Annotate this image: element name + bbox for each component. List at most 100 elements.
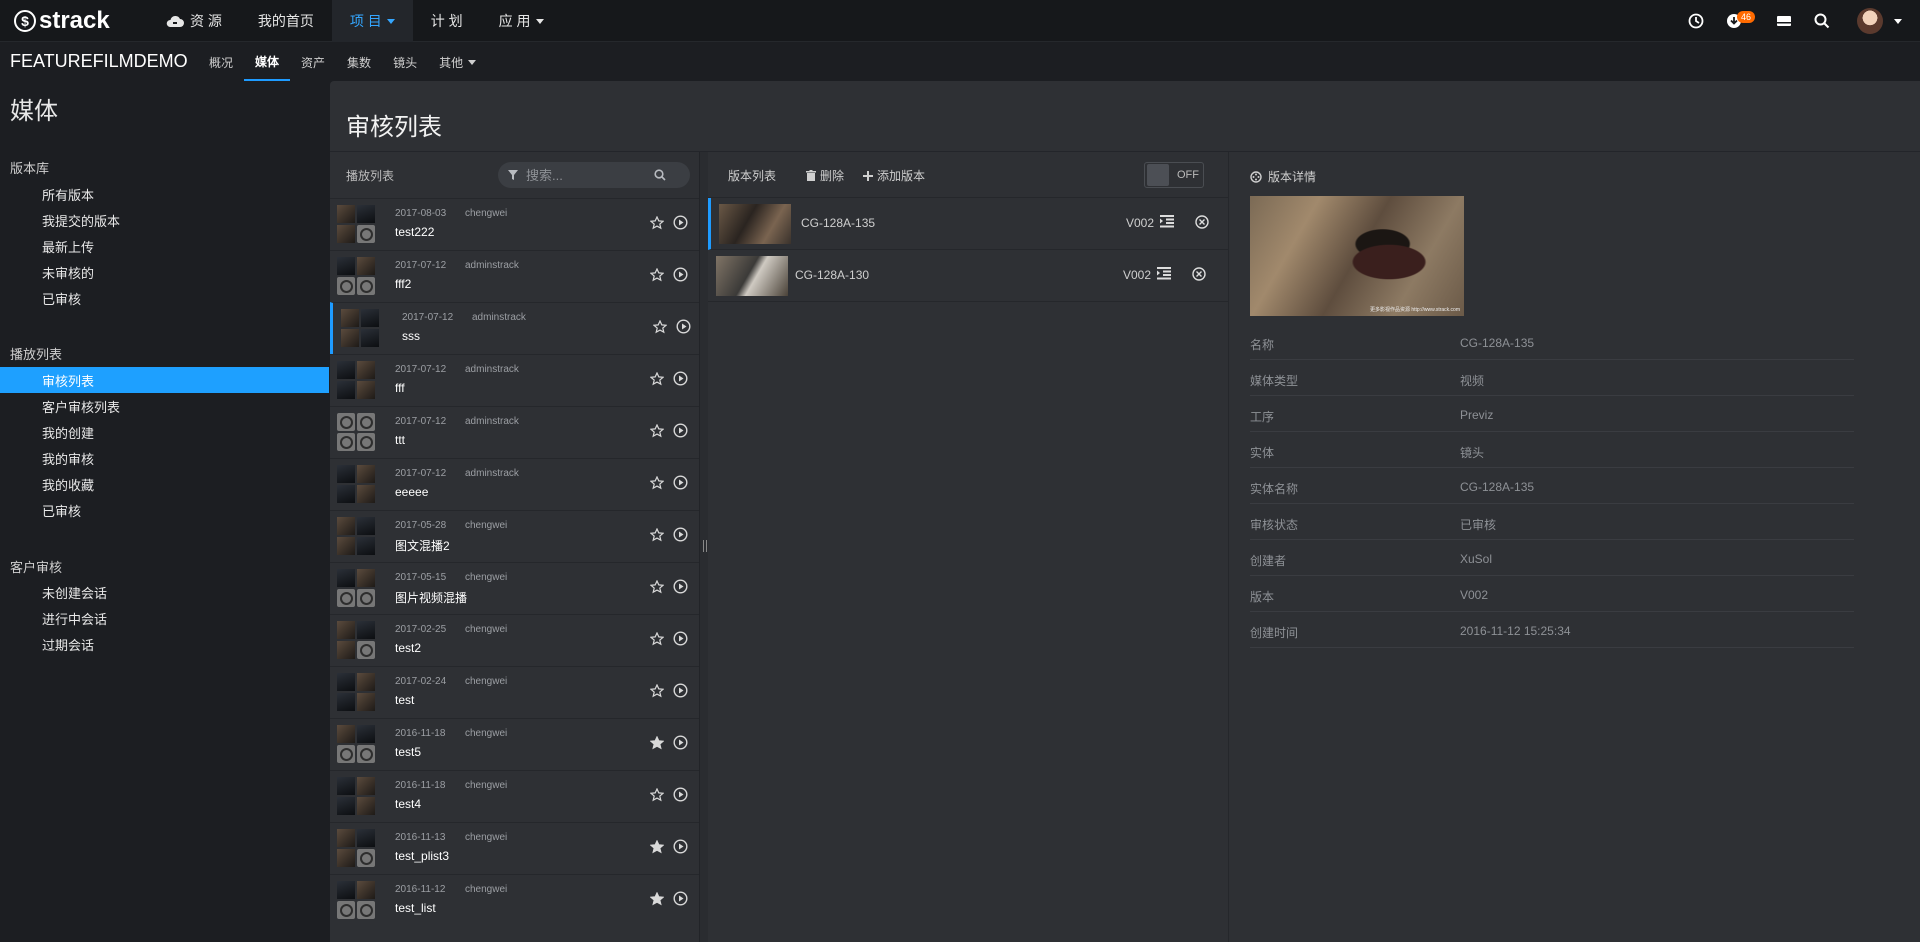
star-icon[interactable] — [650, 580, 664, 594]
tab-episodes[interactable]: 集数 — [336, 43, 382, 81]
playlist-row[interactable]: 2017-05-15 chengwei 图片视频混播 — [330, 562, 699, 614]
sidebar-item-review-list[interactable]: 审核列表 — [0, 367, 329, 393]
playlist-row[interactable]: 2017-02-25 chengwei test2 — [330, 614, 699, 666]
play-circle-icon[interactable] — [673, 475, 688, 490]
playlist-row[interactable]: 2016-11-18 chengwei test4 — [330, 770, 699, 822]
indent-list-icon[interactable] — [1160, 215, 1174, 228]
play-circle-icon[interactable] — [673, 215, 688, 230]
tab-media[interactable]: 媒体 — [244, 43, 291, 81]
playlist-thumbnail — [337, 257, 375, 295]
indent-list-icon[interactable] — [1157, 267, 1171, 280]
version-row[interactable]: CG-128A-130 V002 — [708, 250, 1228, 302]
star-icon[interactable] — [650, 788, 664, 802]
version-row[interactable]: CG-128A-135 V002 — [708, 198, 1228, 250]
star-icon[interactable] — [650, 424, 664, 438]
playlist-date: 2017-02-25 — [395, 624, 447, 635]
playlist-creator: adminstrack — [465, 260, 519, 271]
play-circle-icon[interactable] — [673, 735, 688, 750]
tab-more[interactable]: 其他 — [428, 43, 487, 81]
sidebar-item-reviewed[interactable]: 已审核 — [0, 285, 329, 311]
playlist-creator: chengwei — [465, 520, 508, 531]
play-circle-icon[interactable] — [676, 319, 691, 334]
playlist-row[interactable]: 2017-02-24 chengwei test — [330, 666, 699, 718]
playlist-row[interactable]: 2016-11-12 chengwei test_list — [330, 874, 699, 926]
remove-circle-icon[interactable] — [1195, 215, 1209, 229]
star-filled-icon[interactable] — [650, 892, 664, 906]
playlist-row[interactable]: 2017-07-12 adminstrack fff2 — [330, 250, 699, 302]
sidebar-item-no-session[interactable]: 未创建会话 — [0, 579, 329, 605]
star-filled-icon[interactable] — [650, 840, 664, 854]
play-circle-icon[interactable] — [673, 579, 688, 594]
playlist-row[interactable]: 2017-07-12 adminstrack fff — [330, 354, 699, 406]
thumbnail-tile — [337, 589, 355, 607]
star-icon[interactable] — [650, 632, 664, 646]
star-icon[interactable] — [653, 320, 667, 334]
sidebar-item-expired-session[interactable]: 过期会话 — [0, 631, 329, 657]
playlist-row[interactable]: 2016-11-13 chengwei test_plist3 — [330, 822, 699, 874]
remove-circle-icon[interactable] — [1192, 267, 1206, 281]
add-version-button[interactable]: 添加版本 — [863, 167, 925, 184]
sidebar-item-latest-upload[interactable]: 最新上传 — [0, 233, 329, 259]
play-circle-icon[interactable] — [673, 891, 688, 906]
playlist-row[interactable]: 2017-05-28 chengwei 图文混播2 — [330, 510, 699, 562]
play-circle-icon[interactable] — [673, 423, 688, 438]
sidebar-item-playlist-reviewed[interactable]: 已审核 — [0, 497, 329, 523]
play-circle-icon[interactable] — [673, 631, 688, 646]
chevron-down-icon[interactable] — [1894, 18, 1902, 24]
inbox-button[interactable] — [1765, 0, 1803, 42]
star-icon[interactable] — [650, 684, 664, 698]
downloads-button[interactable]: 46 — [1715, 0, 1756, 42]
filter-icon[interactable] — [508, 170, 518, 180]
play-circle-icon[interactable] — [673, 527, 688, 542]
play-circle-icon[interactable] — [673, 267, 688, 282]
nav-home[interactable]: 我的首页 — [240, 0, 332, 42]
version-preview-image[interactable]: 更多影视作品资源 http://www.strack.com — [1250, 196, 1464, 316]
play-circle-icon[interactable] — [673, 839, 688, 854]
version-list-button[interactable]: 版本列表 — [728, 167, 776, 184]
nav-projects[interactable]: 项 目 — [331, 0, 413, 42]
tab-shots[interactable]: 镜头 — [382, 43, 428, 81]
playlist-row[interactable]: 2017-07-12 adminstrack eeeee — [330, 458, 699, 510]
star-icon[interactable] — [650, 528, 664, 542]
sidebar-item-active-session[interactable]: 进行中会话 — [0, 605, 329, 631]
search-icon[interactable] — [654, 169, 666, 181]
panel-splitter[interactable] — [700, 152, 708, 942]
nav-apps[interactable]: 应 用 — [481, 0, 562, 42]
star-icon[interactable] — [650, 268, 664, 282]
playlist-row[interactable]: 2017-07-12 adminstrack sss — [330, 302, 699, 354]
playlist-row[interactable]: 2017-07-12 adminstrack ttt — [330, 406, 699, 458]
strack-logo[interactable]: $ strack — [14, 7, 110, 34]
star-icon[interactable] — [650, 216, 664, 230]
sidebar: 媒体 版本库 所有版本 我提交的版本 最新上传 未审核的 已审核 播放列表 审核… — [0, 81, 329, 942]
history-button[interactable] — [1677, 0, 1715, 42]
thumbnail-tile — [337, 797, 355, 815]
playlist-row[interactable]: 2017-08-03 chengwei test222 — [330, 198, 699, 250]
sidebar-item-client-review-list[interactable]: 客户审核列表 — [0, 393, 329, 419]
star-icon[interactable] — [650, 372, 664, 386]
sidebar-item-my-created[interactable]: 我的创建 — [0, 419, 329, 445]
nav-plan[interactable]: 计 划 — [413, 0, 481, 42]
sidebar-item-all-versions[interactable]: 所有版本 — [0, 181, 329, 207]
project-name[interactable]: FEATUREFILMDEMO — [10, 51, 188, 72]
nav-resources[interactable]: 资 源 — [148, 0, 240, 42]
sidebar-item-my-favorites[interactable]: 我的收藏 — [0, 471, 329, 497]
playlist-row[interactable]: 2016-11-18 chengwei test5 — [330, 718, 699, 770]
tab-assets[interactable]: 资产 — [290, 43, 336, 81]
thumbnail-tile — [357, 777, 375, 795]
search-input[interactable] — [526, 167, 646, 183]
play-circle-icon[interactable] — [673, 371, 688, 386]
search-button[interactable] — [1803, 0, 1841, 42]
detail-row: 版本 V002 — [1250, 576, 1854, 612]
delete-button[interactable]: 删除 — [806, 167, 844, 184]
sidebar-item-my-reviews[interactable]: 我的审核 — [0, 445, 329, 471]
play-circle-icon[interactable] — [673, 683, 688, 698]
sidebar-item-my-submitted[interactable]: 我提交的版本 — [0, 207, 329, 233]
thumbnail-tile — [357, 673, 375, 691]
auto-play-toggle[interactable]: OFF — [1144, 162, 1204, 188]
star-icon[interactable] — [650, 476, 664, 490]
star-filled-icon[interactable] — [650, 736, 664, 750]
tab-overview[interactable]: 概况 — [198, 43, 244, 81]
play-circle-icon[interactable] — [673, 787, 688, 802]
sidebar-item-unreviewed[interactable]: 未审核的 — [0, 259, 329, 285]
user-avatar[interactable] — [1857, 8, 1883, 34]
